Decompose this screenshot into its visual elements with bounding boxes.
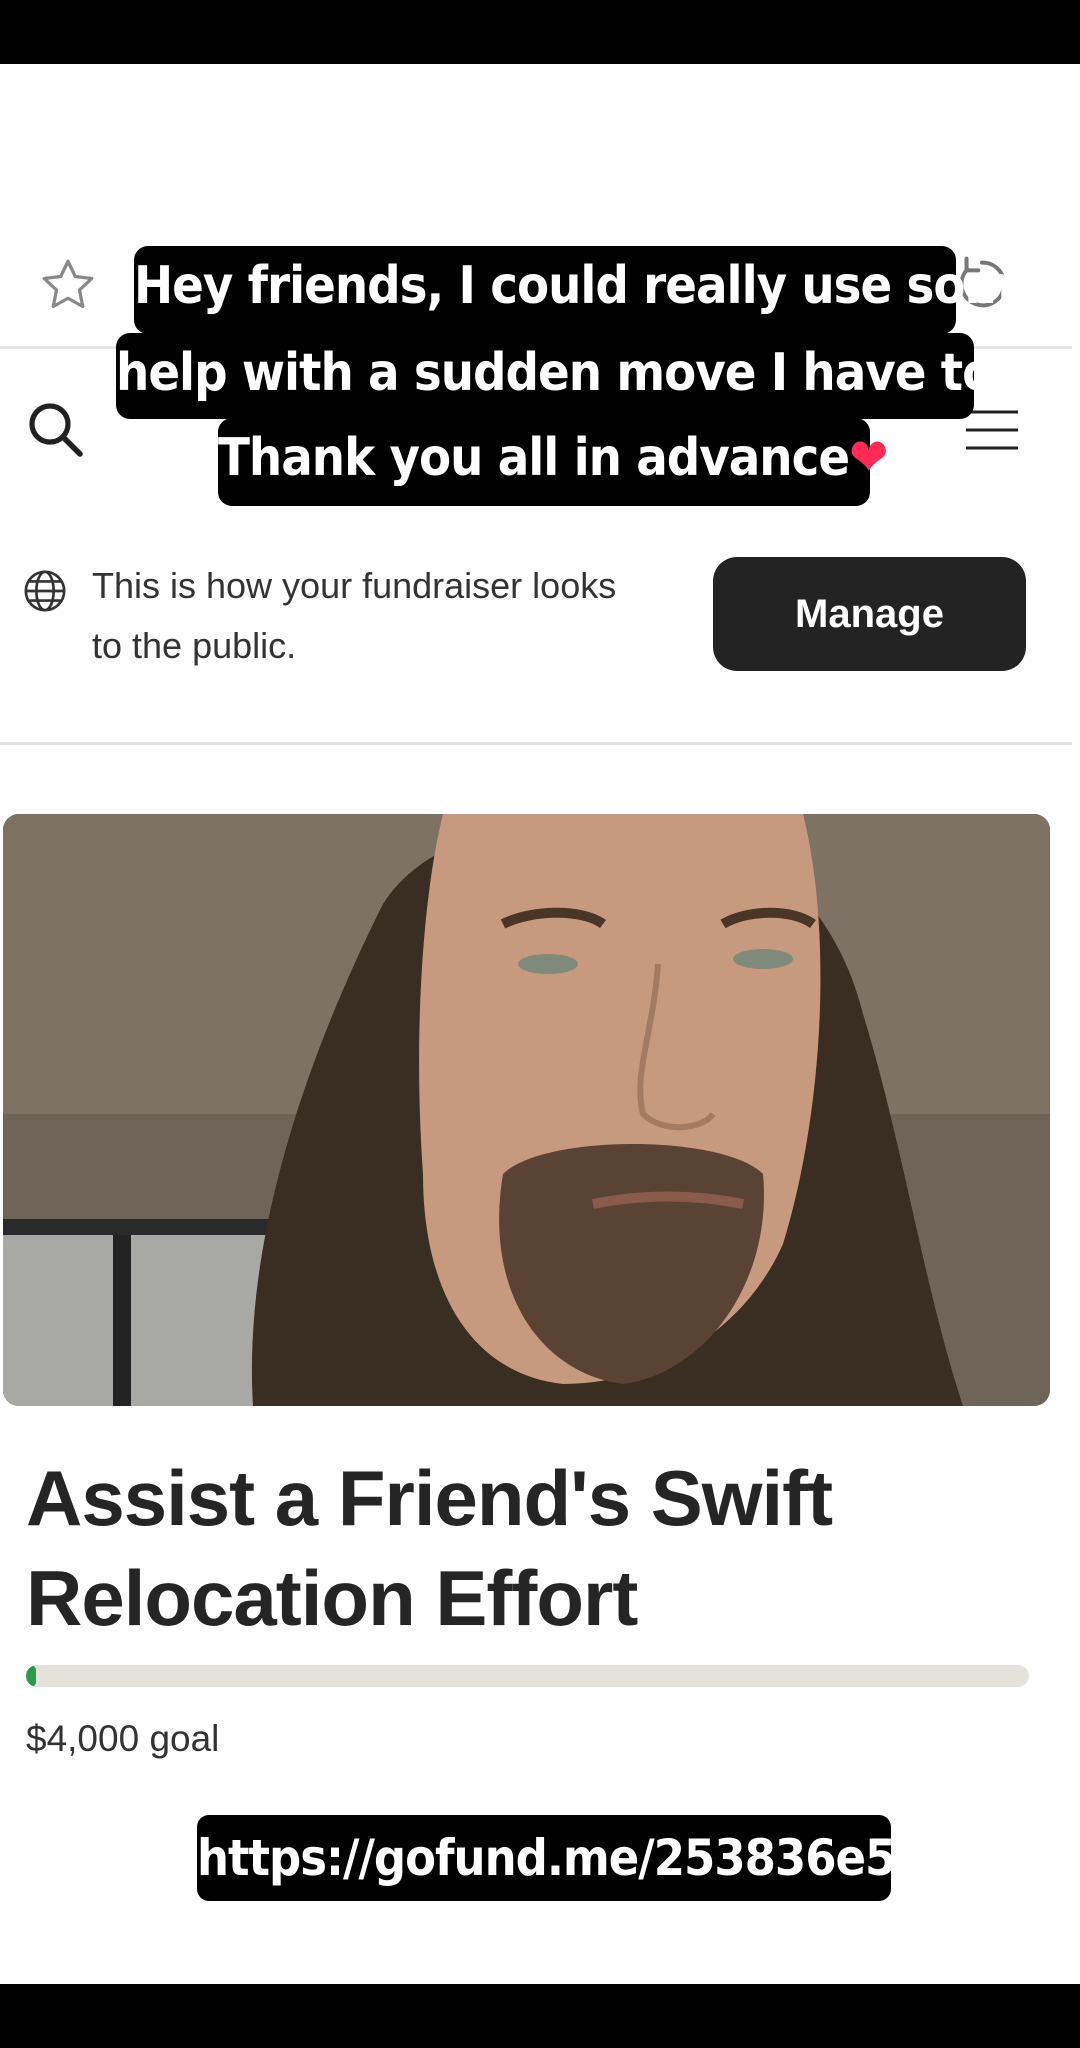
- fundraiser-title: Assist a Friend's Swift Relocation Effor…: [26, 1454, 833, 1642]
- link-overlay: https://gofund.me/253836e5: [197, 1815, 896, 1901]
- bottom-black-bar: [0, 1984, 1080, 2048]
- fundraiser-photo: [3, 814, 1050, 1406]
- top-black-bar: [0, 0, 1080, 64]
- progress-bar: [26, 1665, 1029, 1687]
- manage-button[interactable]: Manage: [713, 557, 1026, 671]
- caption-line-1: Hey friends, I could really use some: [134, 246, 1044, 334]
- public-view-notice: This is how your fundraiser looks to the…: [92, 565, 617, 666]
- hamburger-menu-icon[interactable]: [964, 408, 1020, 452]
- goal-amount: $4,000 goal: [26, 1718, 220, 1759]
- heart-emoji: ❤: [849, 428, 888, 488]
- globe-icon: [24, 570, 66, 612]
- search-icon[interactable]: [24, 398, 88, 462]
- caption-line-3: Thank you all in advance❤: [218, 418, 888, 506]
- section-divider: [0, 742, 1072, 745]
- progress-fill: [26, 1665, 37, 1687]
- caption-line-2: help with a sudden move I have to do.: [116, 333, 1080, 419]
- star-icon[interactable]: [38, 255, 98, 315]
